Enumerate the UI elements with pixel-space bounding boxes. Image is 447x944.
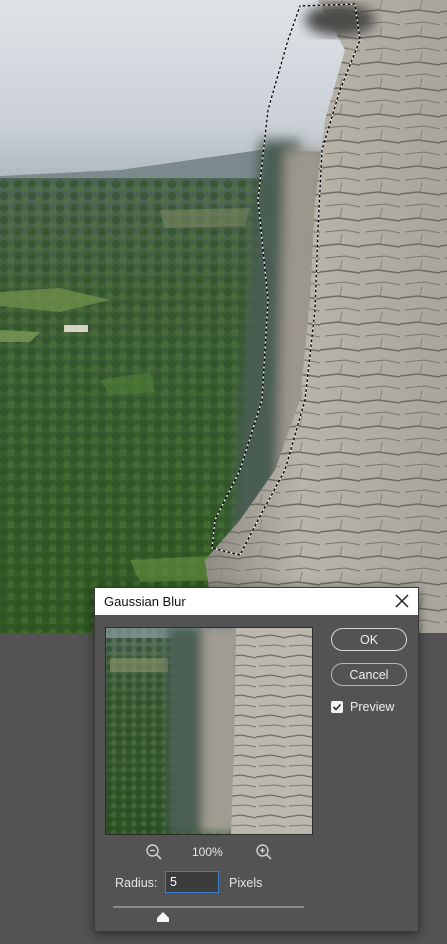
zoom-controls: 100%: [95, 842, 418, 862]
zoom-out-icon[interactable]: [145, 843, 163, 861]
cancel-button[interactable]: Cancel: [331, 663, 407, 686]
zoom-level: 100%: [192, 845, 223, 859]
checkmark-icon[interactable]: [331, 701, 343, 713]
radius-label: Radius:: [115, 876, 158, 890]
radius-input[interactable]: [165, 871, 219, 893]
dialog-title: Gaussian Blur: [104, 594, 186, 609]
close-icon[interactable]: [390, 590, 414, 612]
dialog-titlebar[interactable]: Gaussian Blur: [95, 588, 418, 615]
preview-checkbox[interactable]: Preview: [331, 699, 394, 715]
preview-label: Preview: [350, 700, 395, 714]
photo-image: [0, 0, 447, 633]
document-canvas[interactable]: [0, 0, 447, 633]
filter-preview-window[interactable]: [105, 627, 313, 835]
radius-slider-track[interactable]: [113, 906, 304, 908]
ok-button[interactable]: OK: [331, 628, 407, 651]
radius-units-label: Pixels: [229, 876, 263, 890]
radius-slider-thumb[interactable]: [156, 909, 169, 922]
zoom-in-icon[interactable]: [255, 843, 273, 861]
radius-row: Radius: Pixels: [95, 871, 418, 895]
gaussian-blur-dialog: Gaussian Blur OK Cancel Preview 100% Rad…: [94, 587, 419, 932]
